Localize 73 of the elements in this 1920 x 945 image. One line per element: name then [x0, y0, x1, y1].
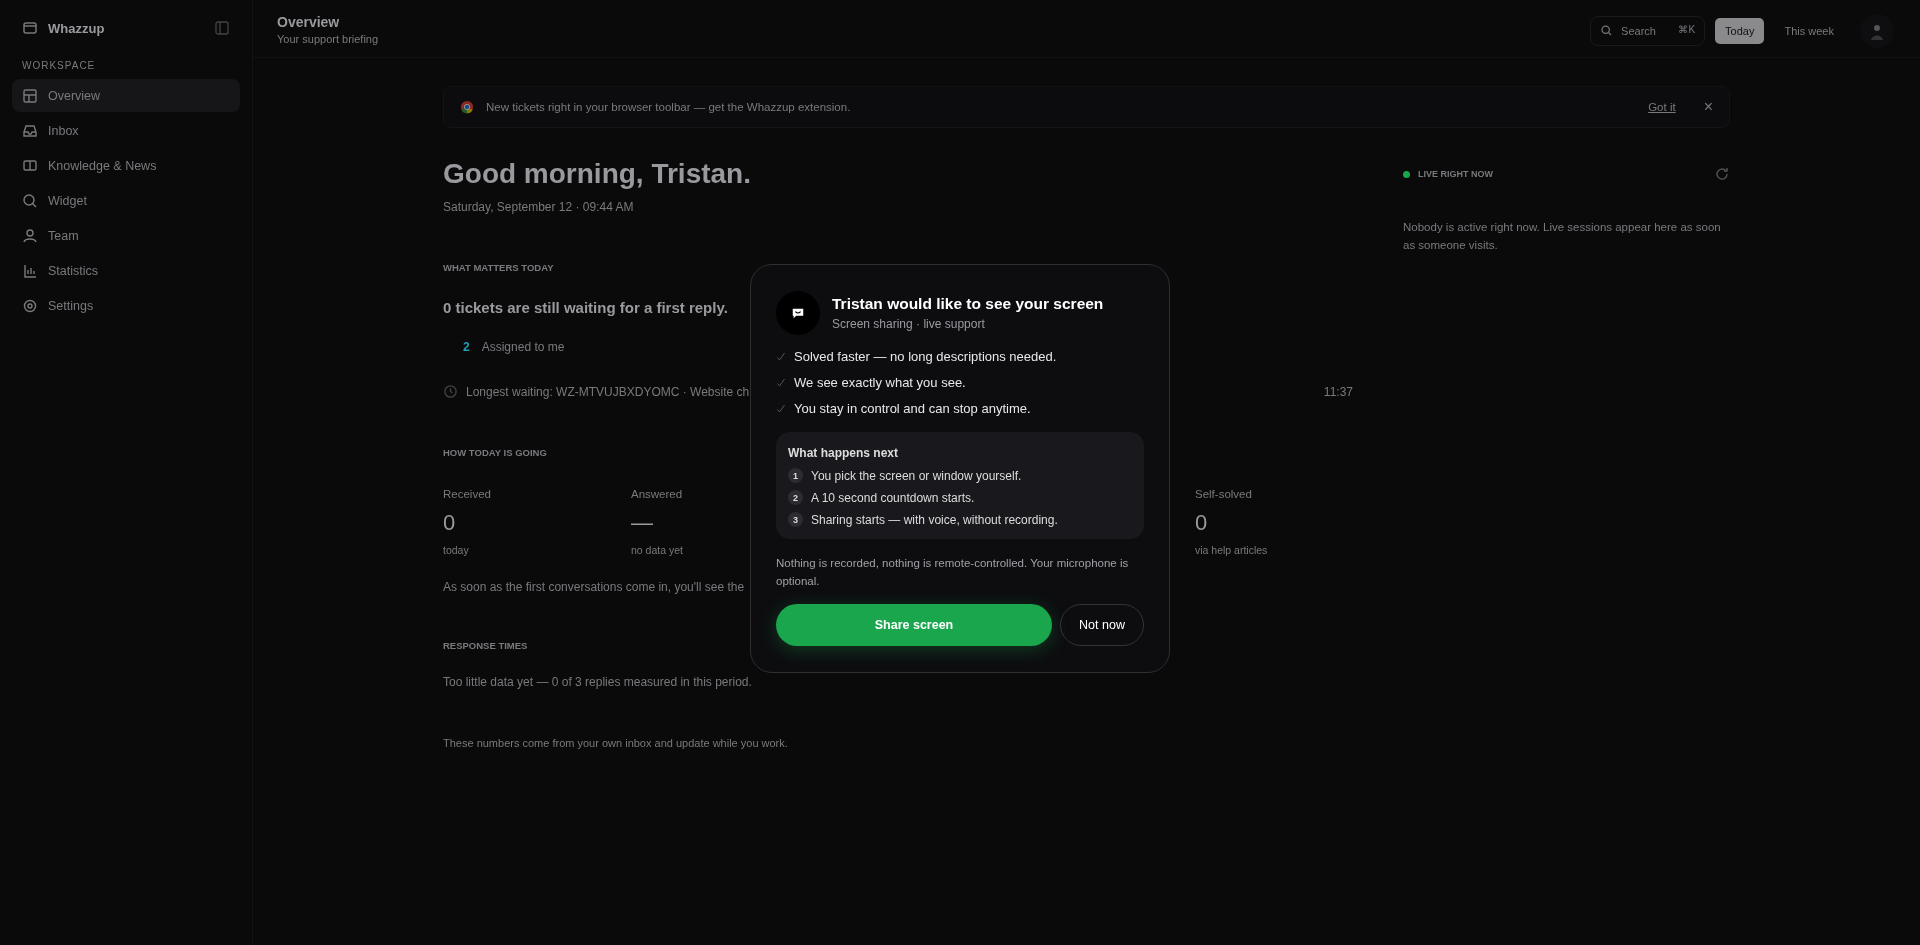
avatar[interactable]	[1860, 14, 1894, 48]
live-dot	[1403, 170, 1410, 178]
range-tab[interactable]: Today	[1715, 18, 1765, 44]
privacy-note: Nothing is recorded, nothing is remote-controlled. Your microphone is optional.	[776, 556, 1130, 589]
assigned-count: 2	[463, 340, 470, 354]
response-text: Too little data yet — 0 of 3 replies measured in this period.	[443, 675, 752, 689]
stat-label: Answered	[631, 488, 683, 500]
search-icon	[1600, 24, 1614, 37]
sidebar-item[interactable]: Overview	[12, 79, 240, 112]
assigned-label[interactable]: Assigned to me	[481, 340, 565, 354]
refresh-icon[interactable]	[1714, 166, 1730, 182]
browser-icon	[460, 100, 474, 114]
benefit-text: You stay in control and can stop anytime.	[794, 401, 1031, 417]
stat-value: 0	[1195, 510, 1208, 536]
sidebar-item[interactable]: Knowledge & News	[12, 149, 240, 182]
person-icon	[22, 227, 38, 244]
step-number: 1	[788, 468, 803, 484]
stat-note: today	[443, 544, 469, 556]
inbox-icon	[22, 122, 38, 139]
step-text: A 10 second countdown starts.	[811, 490, 975, 505]
stat-value: —	[631, 510, 653, 536]
section-label: WORKSPACE	[21, 59, 97, 73]
waiting-time: 11:37	[1323, 384, 1353, 399]
check-icon	[776, 377, 786, 388]
stat-label: Received	[443, 488, 491, 500]
sidebar-item[interactable]: Team	[12, 219, 240, 252]
check-icon	[776, 403, 786, 414]
date-text: Saturday, September 12 · 09:44 AM	[443, 200, 634, 214]
chat-logo-icon	[776, 291, 820, 336]
logo-icon	[22, 20, 38, 36]
step-text: Sharing starts — with voice, without recording.	[811, 512, 1058, 527]
chart-icon	[22, 262, 38, 279]
footnote: These numbers come from your own inbox and update while you work.	[443, 737, 788, 749]
sidebar-item[interactable]: Inbox	[12, 114, 240, 147]
sidebar-toggle-icon[interactable]	[214, 20, 230, 36]
step-number: 2	[788, 490, 803, 506]
live-heading: LIVE RIGHT NOW	[1418, 169, 1494, 179]
brand-name: Whazzup	[48, 20, 106, 36]
clock-icon	[443, 384, 458, 399]
stat-value: 0	[443, 510, 456, 536]
live-text: Nobody is active right now. Live sessions appear here as soon as someone visits.	[1403, 220, 1722, 254]
sidebar-item[interactable]: Widget	[12, 184, 240, 217]
steps-title: What happens next	[788, 446, 899, 461]
check-icon	[776, 351, 786, 362]
sidebar-item[interactable]: Settings	[12, 289, 240, 322]
longest-waiting-text: Longest waiting: WZ-MTVUJBXDYOMC · Website ch	[466, 384, 750, 399]
section-heading: HOW TODAY IS GOING	[443, 447, 547, 458]
page-subtitle: Your support briefing	[277, 33, 379, 45]
step-number: 3	[788, 512, 803, 528]
share-screen-button[interactable]: Share screen	[776, 603, 1052, 646]
section-heading: WHAT MATTERS TODAY	[443, 262, 554, 273]
waiting-summary: 0 tickets are still waiting for a first reply.	[443, 299, 728, 316]
stat-note: via help articles	[1195, 544, 1268, 556]
stat-note: no data yet	[631, 544, 683, 556]
stats-hint: As soon as the first conversations come in, you'll see the	[443, 580, 745, 594]
greeting: Good morning, Tristan.	[443, 158, 751, 190]
grid-icon	[22, 87, 38, 104]
sidebar-item[interactable]: Statistics	[12, 254, 240, 287]
benefit-text: Solved faster — no long descriptions needed.	[794, 349, 1057, 365]
page-title: Overview	[277, 14, 341, 30]
range-tab[interactable]: This week	[1774, 18, 1844, 44]
close-icon[interactable]: ×	[1703, 98, 1713, 116]
book-icon	[22, 157, 38, 174]
gear-icon	[22, 297, 38, 314]
stat-label: Self-solved	[1195, 488, 1252, 500]
dialog-subtitle: Screen sharing · live support	[832, 317, 986, 332]
banner-text: New tickets right in your browser toolbar — get the Whazzup extension.	[486, 101, 852, 113]
step-text: You pick the screen or window yourself.	[811, 468, 1022, 483]
shortcut-hint: ⌘K	[1678, 24, 1696, 35]
dialog-title: Tristan would like to see your screen	[832, 295, 1104, 314]
benefit-text: We see exactly what you see.	[794, 375, 966, 391]
got-it-link[interactable]: Got it	[1648, 101, 1676, 113]
section-heading: RESPONSE TIMES	[443, 640, 528, 651]
